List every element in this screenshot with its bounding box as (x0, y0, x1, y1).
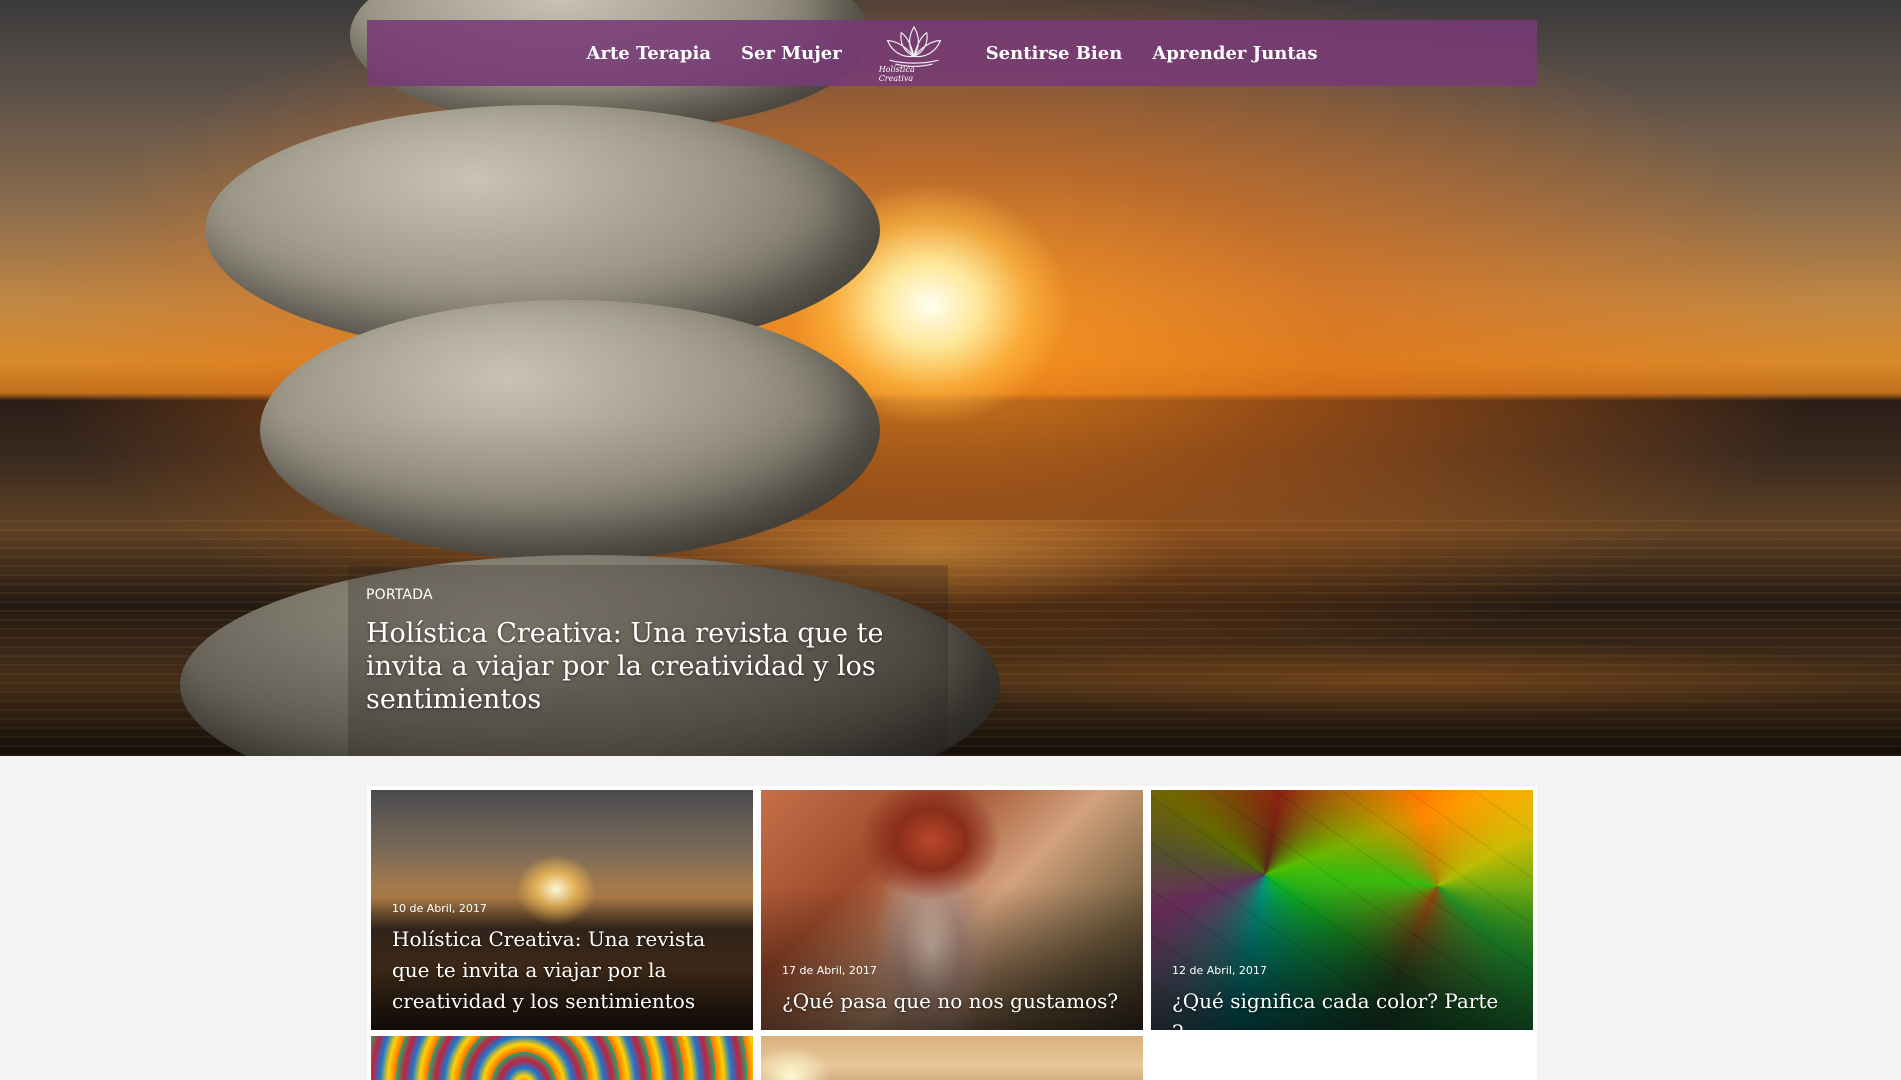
lotus-icon (886, 25, 941, 67)
post-card[interactable]: 12 de Abril, 2017 ¿Qué significa cada co… (1151, 790, 1533, 1030)
post-card-partial[interactable] (761, 1036, 1143, 1080)
nav-item-aprender-juntas[interactable]: Aprender Juntas (1152, 43, 1317, 64)
post-title[interactable]: ¿Qué pasa que no nos gustamos? (782, 986, 1127, 1017)
site-logo[interactable]: Holística Creativa (879, 23, 949, 83)
hero-title[interactable]: Holística Creativa: Una revista que te i… (366, 617, 946, 716)
nav-item-sentirse-bien[interactable]: Sentirse Bien (986, 43, 1123, 64)
posts-grid: 10 de Abril, 2017 Holística Creativa: Un… (367, 786, 1537, 1080)
nav-item-ser-mujer[interactable]: Ser Mujer (741, 43, 842, 64)
post-title[interactable]: Holística Creativa: Una revista que te i… (392, 924, 737, 1017)
hero-banner[interactable]: PORTADA Holística Creativa: Una revista … (0, 0, 1901, 756)
nav-item-arte-terapia[interactable]: Arte Terapia (587, 43, 712, 64)
post-date: 17 de Abril, 2017 (782, 964, 877, 977)
post-card[interactable]: 17 de Abril, 2017 ¿Qué pasa que no nos g… (761, 790, 1143, 1030)
hero-overlay (0, 0, 1901, 756)
hero-category-label[interactable]: PORTADA (366, 587, 433, 603)
main-navigation: Arte Terapia Ser Mujer Holística Creativ… (367, 20, 1537, 86)
post-card-partial[interactable] (371, 1036, 753, 1080)
post-date: 10 de Abril, 2017 (392, 902, 487, 915)
post-card[interactable]: 10 de Abril, 2017 Holística Creativa: Un… (371, 790, 753, 1030)
logo-text: Holística Creativa (878, 65, 915, 83)
post-date: 12 de Abril, 2017 (1172, 964, 1267, 977)
post-title[interactable]: ¿Qué significa cada color? Parte 2 (1172, 986, 1517, 1030)
